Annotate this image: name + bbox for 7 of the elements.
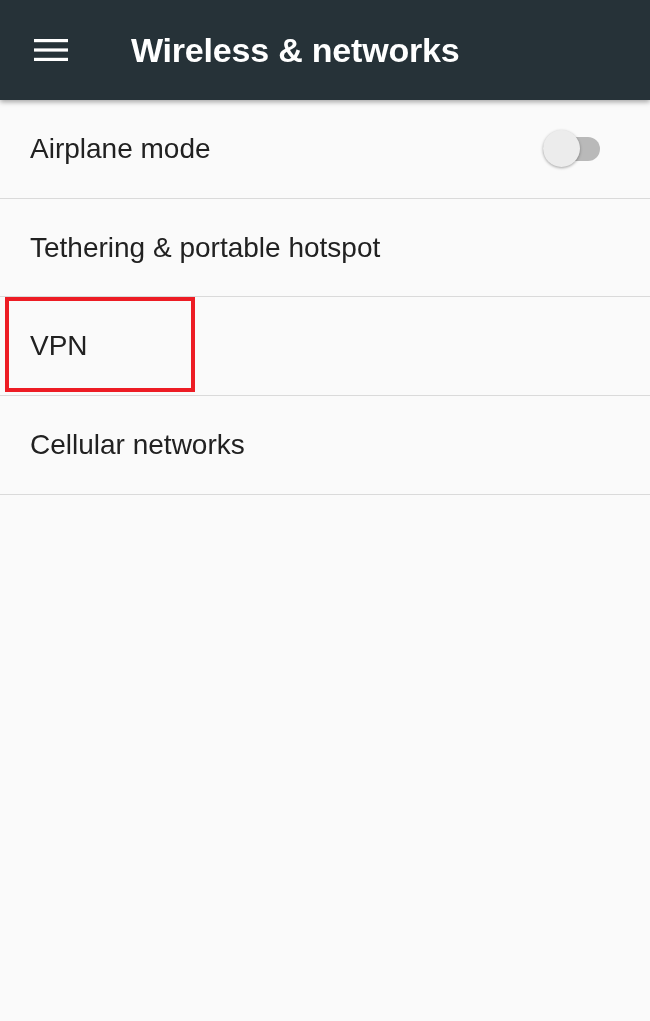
menu-icon[interactable] (34, 39, 68, 61)
setting-item-label[interactable]: VPN (30, 330, 88, 363)
toggle-switch[interactable] (543, 130, 600, 168)
screen-title: Wireless & networks (131, 30, 460, 70)
setting-item-label[interactable]: Tethering & portable hotspot (30, 231, 381, 264)
setting-item-label[interactable]: Airplane mode (30, 132, 211, 165)
setting-item-label[interactable]: Cellular networks (30, 428, 245, 461)
